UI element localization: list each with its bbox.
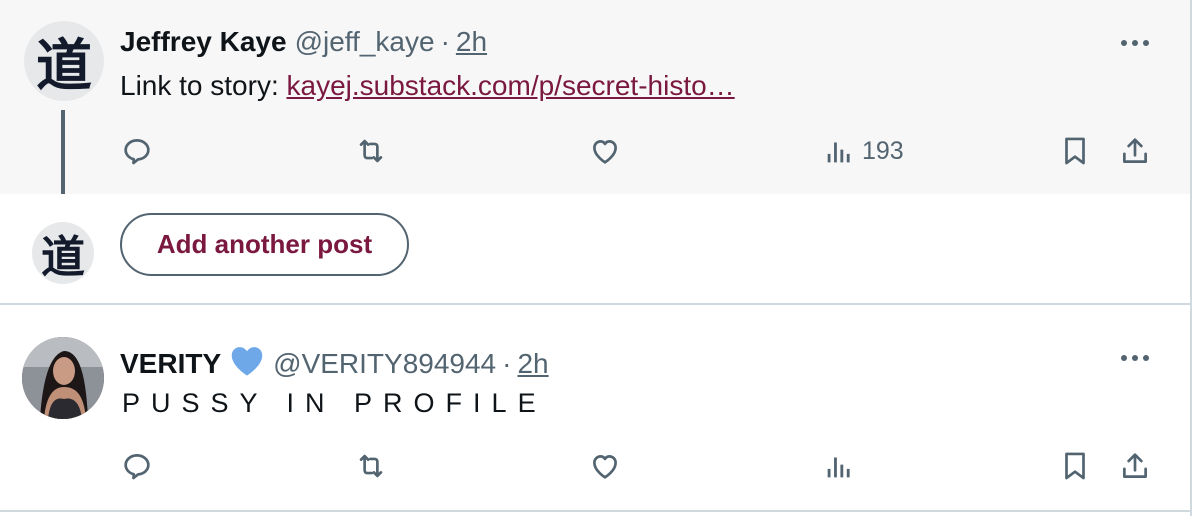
story-link[interactable]: kayej.substack.com/p/secret-histo… bbox=[287, 70, 735, 101]
avatar[interactable] bbox=[22, 337, 104, 419]
column-border bbox=[1190, 0, 1198, 516]
avatar[interactable]: 道 bbox=[24, 21, 104, 101]
more-dot-icon bbox=[1132, 40, 1138, 46]
like-button[interactable] bbox=[588, 134, 622, 168]
more-dot-icon bbox=[1132, 355, 1138, 361]
share-icon bbox=[1123, 138, 1147, 163]
post-time[interactable]: 2h bbox=[517, 348, 548, 380]
author-handle[interactable]: @jeff_kaye bbox=[295, 26, 435, 58]
divider bbox=[0, 510, 1190, 512]
views-button[interactable] bbox=[822, 449, 862, 483]
post-header: Jeffrey Kaye @jeff_kaye · 2h bbox=[120, 26, 487, 58]
thread-connector-line bbox=[61, 110, 65, 194]
separator-dot: · bbox=[440, 26, 450, 57]
share-button[interactable] bbox=[1118, 134, 1152, 168]
repost-icon bbox=[359, 454, 383, 478]
post-text: Link to story: kayej.substack.com/p/secr… bbox=[120, 70, 735, 102]
more-options-button[interactable] bbox=[1115, 348, 1155, 368]
post-text: PUSSY IN PROFILE bbox=[122, 388, 547, 418]
avatar-photo bbox=[22, 337, 104, 419]
views-count: 193 bbox=[862, 136, 904, 165]
post-text-prefix: Link to story: bbox=[120, 70, 287, 101]
divider bbox=[0, 303, 1190, 305]
views-chart-icon bbox=[827, 142, 850, 163]
more-options-button[interactable] bbox=[1115, 33, 1155, 53]
views-button[interactable]: 193 bbox=[822, 134, 904, 168]
reply-icon bbox=[124, 454, 150, 480]
views-chart-icon bbox=[827, 457, 850, 478]
bookmark-icon bbox=[1065, 452, 1085, 480]
post-header: VERITY @VERITY894944 · 2h bbox=[120, 341, 549, 380]
heart-icon bbox=[593, 455, 617, 479]
thread-post[interactable]: 道 Jeffrey Kaye @jeff_kaye · 2h Link to s… bbox=[0, 0, 1190, 194]
reply-button[interactable] bbox=[120, 134, 154, 168]
share-button[interactable] bbox=[1118, 449, 1152, 483]
blue-heart-icon bbox=[229, 345, 265, 384]
avatar-kanji: 道 bbox=[41, 232, 85, 283]
author-name[interactable]: Jeffrey Kaye bbox=[120, 26, 287, 58]
more-dot-icon bbox=[1143, 355, 1149, 361]
author-name[interactable]: VERITY bbox=[120, 348, 221, 380]
like-button[interactable] bbox=[588, 449, 622, 483]
repost-button[interactable] bbox=[354, 449, 388, 483]
author-handle[interactable]: @VERITY894944 bbox=[273, 348, 496, 380]
bookmark-button[interactable] bbox=[1058, 449, 1092, 483]
separator-dot: · bbox=[502, 348, 512, 379]
more-dot-icon bbox=[1121, 40, 1127, 46]
heart-icon bbox=[593, 140, 617, 164]
avatar-kanji: 道 bbox=[36, 32, 92, 99]
post-time[interactable]: 2h bbox=[456, 26, 487, 58]
bookmark-icon bbox=[1065, 137, 1085, 165]
reply-icon bbox=[124, 139, 150, 165]
more-dot-icon bbox=[1143, 40, 1149, 46]
bookmark-button[interactable] bbox=[1058, 134, 1092, 168]
add-another-post-button[interactable]: Add another post bbox=[120, 213, 409, 276]
more-dot-icon bbox=[1121, 355, 1127, 361]
composer-avatar: 道 bbox=[32, 222, 94, 284]
reply-button[interactable] bbox=[120, 449, 154, 483]
repost-icon bbox=[359, 139, 383, 163]
repost-button[interactable] bbox=[354, 134, 388, 168]
share-icon bbox=[1123, 453, 1147, 478]
